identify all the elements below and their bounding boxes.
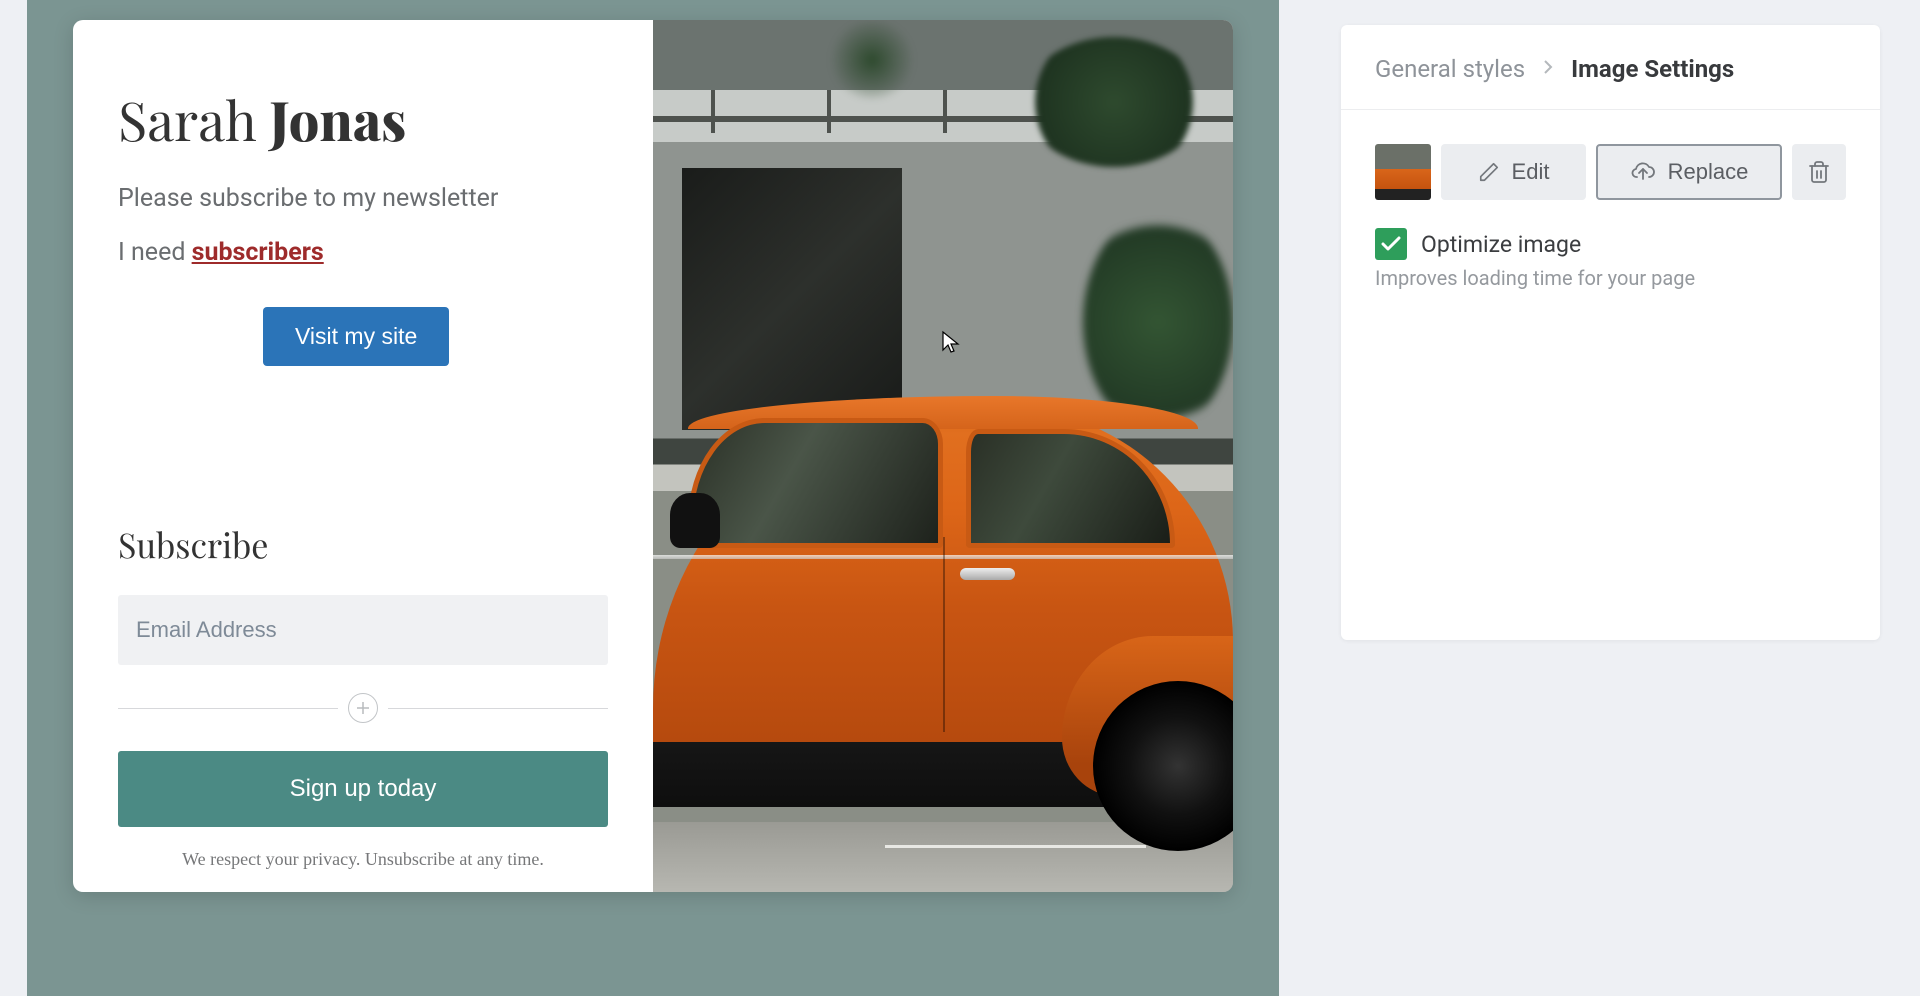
image-actions-row: Edit Replace — [1341, 110, 1880, 228]
heading-last-name: Jonas — [269, 83, 406, 155]
upload-cloud-icon — [1630, 161, 1656, 183]
breadcrumb: General styles Image Settings — [1341, 25, 1880, 110]
email-field[interactable] — [118, 595, 608, 665]
divider-line — [118, 708, 338, 709]
breadcrumb-parent[interactable]: General styles — [1375, 55, 1525, 83]
pencil-icon — [1478, 161, 1500, 183]
subtitle-text[interactable]: Please subscribe to my newsletter — [118, 184, 608, 213]
subscribe-heading[interactable]: Subscribe — [118, 521, 608, 567]
privacy-text[interactable]: We respect your privacy. Unsubscribe at … — [118, 849, 608, 870]
card-image-column[interactable] — [653, 20, 1233, 892]
add-field-button[interactable] — [348, 693, 378, 723]
subscribers-link[interactable]: subscribers — [192, 238, 324, 267]
optimize-option: Optimize image Improves loading time for… — [1341, 228, 1880, 290]
need-prefix: I need — [118, 238, 192, 267]
chevron-right-icon — [1543, 59, 1553, 79]
optimize-description: Improves loading time for your page — [1375, 266, 1846, 290]
optimize-label: Optimize image — [1421, 231, 1581, 258]
replace-label: Replace — [1668, 159, 1749, 185]
delete-button[interactable] — [1792, 144, 1846, 200]
need-line[interactable]: I need subscribers — [118, 238, 608, 267]
optimize-checkbox[interactable] — [1375, 228, 1407, 260]
visit-site-button[interactable]: Visit my site — [263, 307, 449, 366]
divider-line — [388, 708, 608, 709]
signup-button[interactable]: Sign up today — [118, 751, 608, 827]
plus-icon — [356, 701, 370, 715]
spacer — [118, 366, 608, 521]
image-thumbnail[interactable] — [1375, 144, 1431, 200]
edit-label: Edit — [1512, 159, 1550, 185]
canvas-background: Sarah Jonas Please subscribe to my newsl… — [27, 0, 1279, 996]
canvas-area: Sarah Jonas Please subscribe to my newsl… — [0, 0, 1306, 996]
check-icon — [1381, 236, 1401, 252]
landing-page-card: Sarah Jonas Please subscribe to my newsl… — [73, 20, 1233, 892]
page-heading[interactable]: Sarah Jonas — [118, 90, 608, 149]
breadcrumb-current: Image Settings — [1571, 55, 1734, 83]
replace-button[interactable]: Replace — [1596, 144, 1782, 200]
card-image — [653, 20, 1233, 892]
heading-first-name: Sarah — [118, 83, 257, 155]
settings-sidebar: General styles Image Settings Edit Repla… — [1306, 0, 1920, 996]
edit-button[interactable]: Edit — [1441, 144, 1586, 200]
add-field-divider — [118, 693, 608, 723]
settings-panel: General styles Image Settings Edit Repla… — [1341, 25, 1880, 640]
card-content-column: Sarah Jonas Please subscribe to my newsl… — [73, 20, 653, 892]
trash-icon — [1809, 161, 1829, 183]
